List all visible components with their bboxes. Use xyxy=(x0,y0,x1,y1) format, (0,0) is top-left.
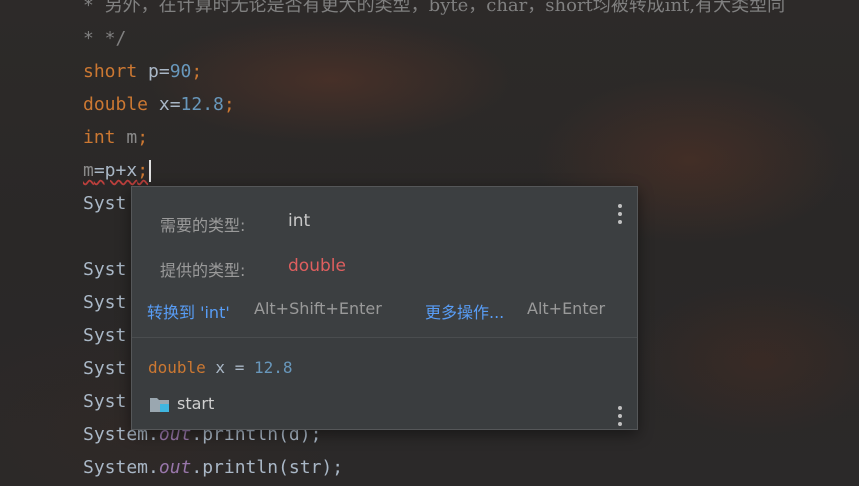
convert-to-int-shortcut: Alt+Shift+Enter xyxy=(254,299,382,318)
code-line-system-1: Syst xyxy=(83,193,127,214)
code-line-print-str: System.out.println(str); xyxy=(83,457,344,478)
code-line-system-5: Syst xyxy=(83,358,127,379)
required-type-label: 需要的类型: xyxy=(160,216,246,235)
convert-to-int-action[interactable]: 转换到 'int' xyxy=(147,299,230,323)
code-line-assignment-error[interactable]: m=p+x; xyxy=(83,154,152,187)
code-line-int-declaration: int m; xyxy=(83,127,149,148)
provided-type-label: 提供的类型: xyxy=(160,261,246,280)
vertical-dots-icon[interactable] xyxy=(617,406,623,426)
code-line-system-2: Syst xyxy=(83,259,127,280)
provided-type-value: double xyxy=(288,256,346,276)
code-line-system-6: Syst xyxy=(83,391,127,412)
folder-icon xyxy=(150,398,169,412)
location-label[interactable]: start xyxy=(177,394,214,413)
code-line-short-declaration: short p=90; xyxy=(83,61,203,82)
code-line-comment: * 另外，在计算时无论是否有更大的类型，byte，char，short均被转成i… xyxy=(83,0,786,16)
vertical-dots-icon[interactable] xyxy=(617,204,623,224)
declaration-preview: double x = 12.8 start xyxy=(132,338,637,429)
more-actions-shortcut: Alt+Enter xyxy=(527,299,606,318)
more-actions-link[interactable]: 更多操作... xyxy=(425,299,504,323)
code-line-comment-end: * */ xyxy=(83,28,127,49)
code-line-double-declaration: double x=12.8; xyxy=(83,94,235,115)
type-mismatch-popup: 需要的类型: int 提供的类型: double 转换到 'int' Alt+S… xyxy=(131,186,638,430)
text-caret xyxy=(149,160,152,182)
required-type-value: int xyxy=(288,211,311,231)
code-line-system-4: Syst xyxy=(83,325,127,346)
declaration-code[interactable]: double x = 12.8 xyxy=(148,358,293,377)
code-line-system-3: Syst xyxy=(83,292,127,313)
